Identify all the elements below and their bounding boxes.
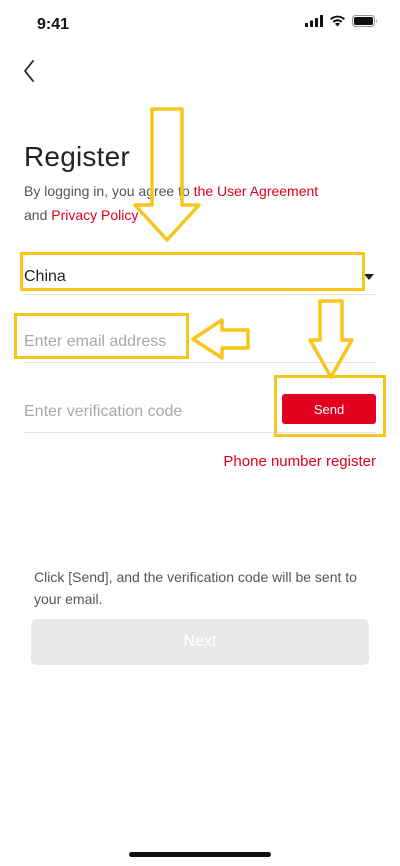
caret-down-icon [364, 274, 374, 280]
chevron-left-icon [24, 60, 34, 82]
register-screen: 9:41 Register By logging in, you agree t… [0, 0, 400, 866]
send-button[interactable]: Send [282, 394, 376, 424]
email-field-row [24, 322, 376, 363]
status-time: 9:41 [37, 16, 70, 33]
agreement-prefix: By logging in, you agree to [24, 183, 194, 199]
verification-code-input[interactable] [24, 392, 264, 432]
privacy-policy-link[interactable]: Privacy Policy [51, 207, 138, 223]
verification-field-row: Send [24, 392, 376, 433]
country-value: China [24, 268, 66, 285]
page-title: Register [24, 141, 130, 172]
agreement-conjunction: and [24, 207, 52, 223]
home-indicator [129, 852, 271, 857]
next-button[interactable]: Next [31, 619, 369, 665]
country-select[interactable]: China [24, 258, 376, 295]
battery-icon [352, 15, 377, 27]
status-icons [305, 15, 378, 27]
hint-text: Click [Send], and the verification code … [34, 569, 357, 607]
back-button[interactable] [14, 56, 44, 86]
phone-register-link[interactable]: Phone number register [223, 453, 376, 470]
user-agreement-link[interactable]: the User Agreement [194, 183, 319, 199]
annotation-arrows [133, 107, 354, 379]
cellular-signal-icon [305, 15, 323, 27]
wifi-icon [330, 15, 345, 27]
email-input[interactable] [24, 322, 364, 362]
agreement-text: By logging in, you agree to the User Agr… [24, 179, 374, 227]
